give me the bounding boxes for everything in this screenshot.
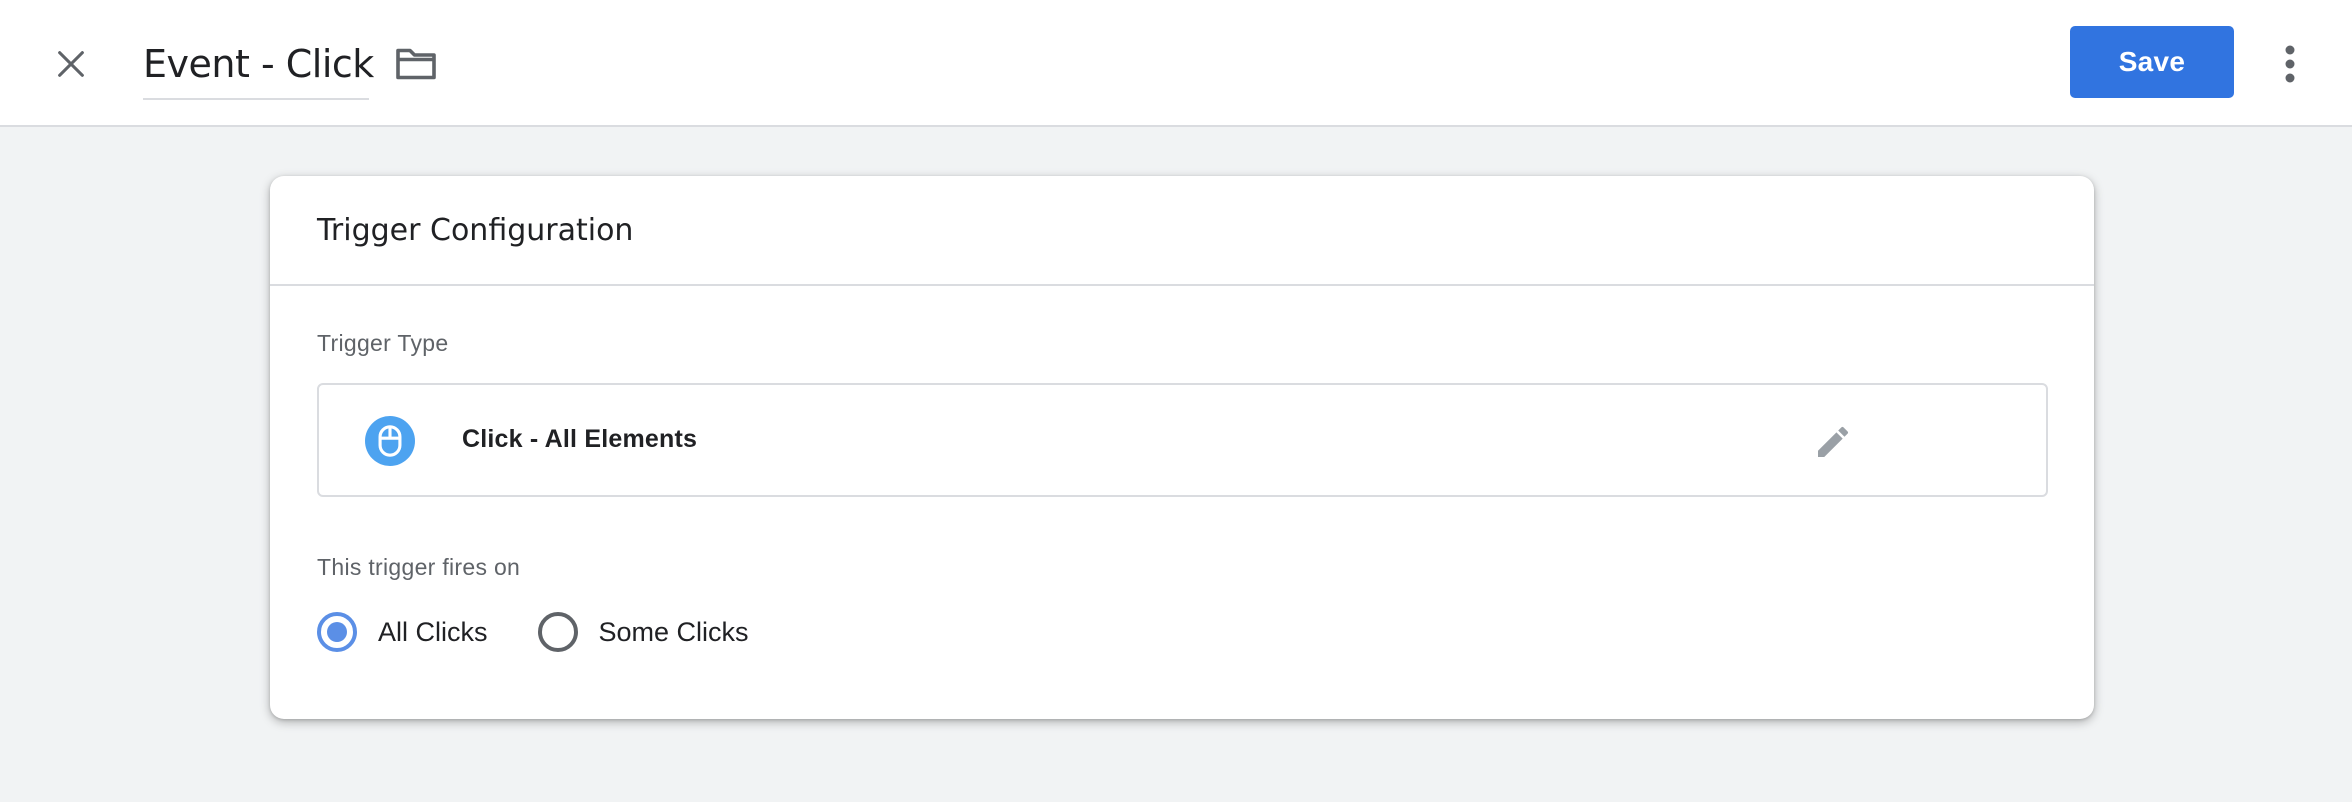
top-bar: Event - Click Save: [0, 0, 2352, 127]
trigger-configuration-card: Trigger Configuration Trigger Type Click…: [270, 176, 2094, 719]
radio-label-all-clicks: All Clicks: [378, 616, 488, 647]
more-vert-icon: [2285, 45, 2295, 83]
fires-on-label: This trigger fires on: [317, 554, 521, 580]
radio-some-clicks[interactable]: Some Clicks: [537, 612, 749, 652]
fires-on-radio-group: All Clicks Some Clicks: [317, 607, 799, 657]
radio-checked-icon[interactable]: [317, 612, 357, 652]
card-title: Trigger Configuration: [317, 213, 634, 248]
trigger-type-name: Click - All Elements: [462, 425, 698, 453]
radio-label-some-clicks: Some Clicks: [598, 616, 749, 647]
radio-all-clicks[interactable]: All Clicks: [317, 612, 488, 652]
more-options-button[interactable]: [2270, 36, 2310, 92]
close-button[interactable]: [42, 39, 100, 89]
mouse-icon: [365, 416, 415, 466]
folder-button[interactable]: [390, 42, 442, 86]
title-field[interactable]: Event - Click: [143, 36, 374, 100]
trigger-type-label: Trigger Type: [317, 330, 449, 356]
trigger-type-selector[interactable]: Click - All Elements: [317, 383, 2048, 497]
save-button[interactable]: Save: [2070, 26, 2234, 98]
radio-unchecked-icon[interactable]: [537, 612, 578, 652]
close-icon: [58, 51, 84, 77]
page-title: Event - Click: [143, 42, 374, 86]
card-header: Trigger Configuration: [270, 176, 2094, 286]
pencil-icon[interactable]: [1809, 418, 1857, 466]
folder-icon: [396, 48, 436, 80]
